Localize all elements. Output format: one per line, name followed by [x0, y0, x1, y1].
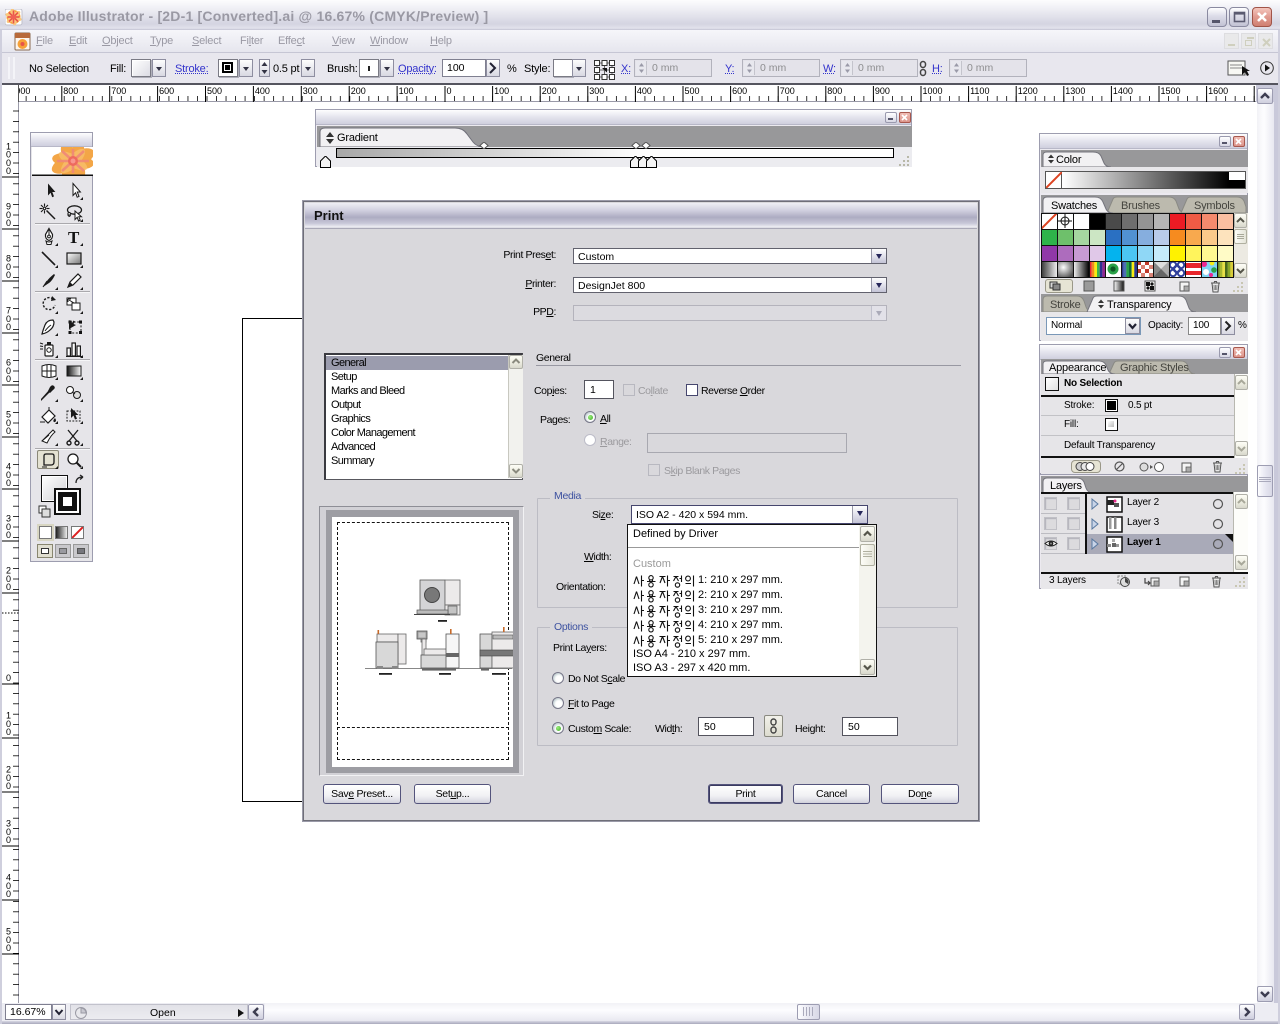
svg-text:0: 0: [6, 374, 11, 384]
svg-text:Gradient: Gradient: [337, 132, 378, 144]
svg-text:700: 700: [111, 86, 126, 96]
svg-text:0: 0: [6, 166, 11, 176]
svg-text:200: 200: [351, 86, 366, 96]
svg-text:1300: 1300: [1065, 86, 1085, 96]
svg-text:0: 0: [6, 218, 11, 228]
svg-text:1200: 1200: [1018, 86, 1038, 96]
svg-text:900: 900: [875, 86, 890, 96]
svg-text:600: 600: [732, 86, 747, 96]
svg-text:Symbols: Symbols: [1194, 200, 1235, 212]
svg-text:Appearance: Appearance: [1049, 362, 1106, 374]
svg-text:0: 0: [6, 478, 11, 488]
svg-text:Brushes: Brushes: [1121, 200, 1161, 212]
svg-text:200: 200: [542, 86, 557, 96]
svg-text:1100: 1100: [970, 86, 989, 96]
svg-text:0: 0: [6, 943, 11, 953]
svg-text:Swatches: Swatches: [1051, 200, 1098, 212]
svg-text:Color: Color: [1056, 154, 1082, 166]
svg-text:Stroke: Stroke: [1050, 299, 1081, 311]
svg-text:300: 300: [303, 86, 318, 96]
svg-text:400: 400: [637, 86, 652, 96]
svg-text:1500: 1500: [1161, 86, 1181, 96]
svg-text:0: 0: [6, 582, 11, 592]
svg-text:0: 0: [6, 673, 11, 683]
svg-text:0: 0: [6, 426, 11, 436]
svg-text:800: 800: [827, 86, 842, 96]
svg-text:700: 700: [780, 86, 795, 96]
svg-text:1000: 1000: [923, 86, 943, 96]
svg-text:0: 0: [6, 835, 11, 845]
svg-text:100: 100: [399, 86, 414, 96]
svg-text:500: 500: [685, 86, 700, 96]
svg-text:800: 800: [63, 86, 78, 96]
svg-text:0: 0: [6, 781, 11, 791]
svg-text:Transparency: Transparency: [1107, 299, 1172, 311]
svg-text:Graphic Styles: Graphic Styles: [1120, 362, 1189, 374]
svg-text:0: 0: [6, 530, 11, 540]
svg-text:1400: 1400: [1113, 86, 1133, 96]
svg-text:0: 0: [447, 86, 452, 96]
svg-text:0: 0: [6, 322, 11, 332]
svg-text:0: 0: [6, 727, 11, 737]
svg-text:Layers: Layers: [1050, 480, 1083, 492]
svg-text:0: 0: [6, 889, 11, 899]
svg-text:0: 0: [6, 270, 11, 280]
svg-text:500: 500: [207, 86, 222, 96]
svg-text:400: 400: [255, 86, 270, 96]
svg-text:100: 100: [494, 86, 509, 96]
svg-text:600: 600: [159, 86, 174, 96]
svg-text:300: 300: [589, 86, 604, 96]
svg-text:T: T: [68, 228, 80, 247]
svg-text:1600: 1600: [1208, 86, 1228, 96]
